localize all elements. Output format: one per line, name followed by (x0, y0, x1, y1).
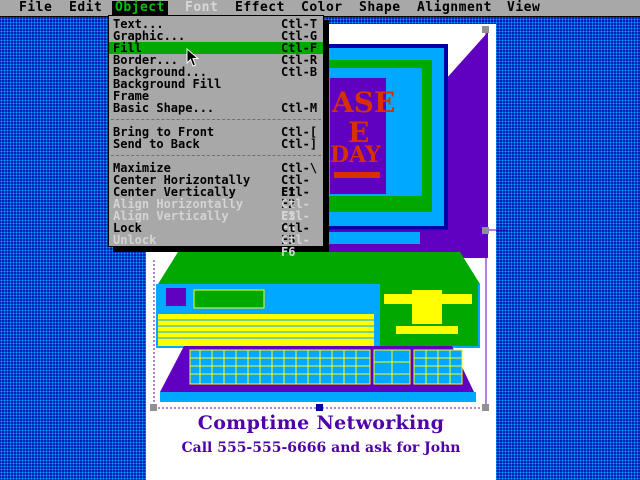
arrow-pointer-icon (186, 48, 200, 67)
resize-handle-top-right[interactable] (482, 26, 489, 33)
menu-separator (111, 155, 321, 156)
menu-item-unlock: Unlock Ctl-F6 (113, 233, 310, 259)
poster-headline: Comptime Networking (197, 412, 445, 434)
menu-separator (111, 119, 321, 120)
menu-item-send-to-back[interactable]: Send to Back Ctl-] (109, 138, 323, 150)
resize-handle-bottom-left[interactable] (150, 404, 157, 411)
menu-item-basic-shape[interactable]: Basic Shape... Ctl-M (109, 102, 323, 114)
resize-handle-bottom-middle[interactable] (316, 404, 323, 411)
resize-handle-right-middle[interactable] (482, 227, 489, 234)
keyboard-keys (189, 349, 463, 385)
screen-text-line3: DAY (330, 142, 381, 168)
resize-handle-bottom-right[interactable] (482, 404, 489, 411)
vent-grille (158, 314, 374, 346)
screen-text-line1: ASE (331, 86, 395, 119)
poster-subline: Call 555-555-6666 and ask for John (181, 440, 461, 456)
drive-slot (166, 288, 186, 306)
object-menu-dropdown: Text... Ctl-T Graphic... Ctl-G Fill Ctl-F B… (108, 15, 324, 259)
